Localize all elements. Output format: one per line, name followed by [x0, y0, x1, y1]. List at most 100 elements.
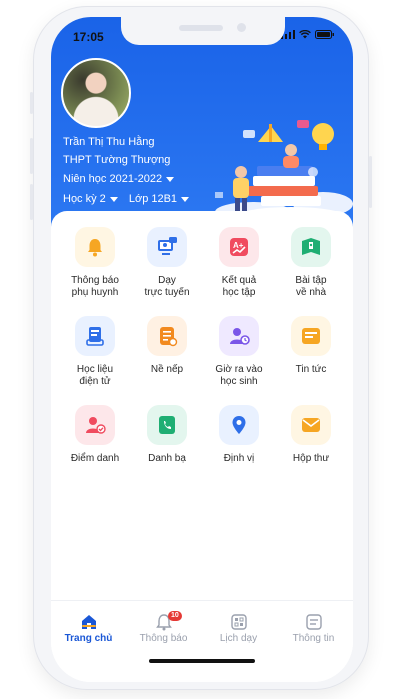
mailbox-icon [302, 418, 320, 432]
phone-notch [121, 17, 285, 45]
speaker-grille [179, 25, 223, 31]
feature-item-1[interactable]: Thông báo phụ huynh [59, 227, 131, 299]
front-camera [237, 23, 246, 32]
feature-label-line: Giờ ra vào [215, 364, 263, 375]
class-label: Lớp 12B1 [128, 193, 178, 205]
tab-home[interactable]: Trang chủ [51, 609, 126, 644]
svg-text:A+: A+ [233, 241, 244, 250]
feature-tile [147, 405, 187, 445]
semester-selector[interactable]: Học kỳ 2 [63, 193, 118, 205]
profile-header: 17:05 Trần Thị Thu Hằng THPT Tường Thượn… [51, 17, 353, 232]
feature-label-line: học tập [222, 287, 256, 298]
school-name: THPT Tường Thượng [63, 154, 171, 166]
home-indicator [149, 659, 255, 663]
tab-notifications[interactable]: 10 Thông báo [126, 609, 201, 644]
feature-tile [147, 227, 187, 267]
feature-label-line: Danh bạ [148, 453, 186, 464]
feature-tile [219, 316, 259, 356]
feature-label-line: trực tuyến [144, 287, 190, 298]
feature-label: Kết quả học tập [203, 275, 275, 299]
feature-tile [75, 227, 115, 267]
feature-item-5[interactable]: Học liệu điện tử [59, 316, 131, 388]
bottom-tab-bar: Trang chủ 10 Thông báo Lịch dạy Thông ti… [51, 600, 353, 682]
feature-label-line: học sinh [220, 376, 258, 387]
status-time: 17:05 [73, 30, 104, 44]
feature-label: Hộp thư [275, 453, 347, 465]
phone-power-button [369, 156, 372, 208]
feature-label-line: Điểm danh [70, 453, 120, 464]
feature-label: Học liệu điện tử [59, 364, 131, 388]
active-tab-indicator [81, 625, 96, 627]
feature-item-3[interactable]: A+ Kết quả học tập [203, 227, 275, 299]
feature-tile [75, 316, 115, 356]
feature-tile [291, 316, 331, 356]
tab-info[interactable]: Thông tin [276, 609, 351, 644]
checklist-icon [160, 327, 178, 347]
location-icon [232, 416, 246, 434]
feature-tile [291, 227, 331, 267]
feature-label: Giờ ra vào học sinh [203, 364, 275, 388]
feature-label: Danh bạ [131, 453, 203, 465]
feature-label-line: Nề nếp [150, 364, 184, 375]
feature-item-8[interactable]: Tin tức [275, 316, 347, 376]
feature-item-11[interactable]: Định vị [203, 405, 275, 465]
phone-side-button [30, 92, 33, 114]
feature-item-12[interactable]: Hộp thư [275, 405, 347, 465]
feature-tile [291, 405, 331, 445]
e-learning-icon [86, 327, 104, 346]
feature-label-line: điện tử [79, 376, 111, 387]
tab-schedule-label: Lịch dạy [219, 633, 258, 644]
notification-count-badge: 10 [168, 611, 182, 621]
feature-item-10[interactable]: Danh bạ [131, 405, 203, 465]
student-clock-icon [230, 328, 250, 345]
feature-label: Nề nếp [131, 364, 203, 376]
user-avatar[interactable] [61, 58, 131, 128]
tab-info-label: Thông tin [292, 633, 335, 644]
caret-down-icon [181, 196, 190, 202]
feature-label-line: Định vị [223, 453, 255, 464]
attendance-icon [86, 417, 106, 434]
feature-label-line: Học liệu [76, 364, 114, 375]
grade-chart-icon: A+ [230, 238, 248, 256]
school-year-label: Niên học 2021-2022 [63, 173, 163, 185]
feature-tile [219, 405, 259, 445]
wifi-icon [299, 30, 311, 39]
feature-item-6[interactable]: Nề nếp [131, 316, 203, 376]
class-selector[interactable]: Lớp 12B1 [128, 193, 190, 205]
homework-book-icon [302, 238, 320, 255]
online-class-icon [158, 237, 177, 255]
feature-label-line: Thông báo [71, 275, 119, 286]
feature-label-line: Dạy [158, 275, 176, 286]
feature-label: Bài tập về nhà [275, 275, 347, 299]
phone-volume-up-button [30, 138, 33, 174]
feature-label: Thông báo phụ huynh [59, 275, 131, 299]
feature-item-2[interactable]: Dạy trực tuyến [131, 227, 203, 299]
app-screen: 17:05 Trần Thị Thu Hằng THPT Tường Thượn… [51, 17, 353, 682]
feature-label: Định vị [203, 453, 275, 465]
tab-schedule[interactable]: Lịch dạy [201, 609, 276, 644]
reading-illustration [215, 120, 353, 227]
feature-tile [75, 405, 115, 445]
feature-panel: Thông báo phụ huynh Dạy trực tuyến A+ Kết quả… [51, 211, 353, 611]
school-year-selector[interactable]: Niên học 2021-2022 [63, 173, 175, 185]
feature-label: Dạy trực tuyến [131, 275, 203, 299]
feature-tile [147, 316, 187, 356]
feature-item-4[interactable]: Bài tập về nhà [275, 227, 347, 299]
feature-tile: A+ [219, 227, 259, 267]
feature-item-7[interactable]: Giờ ra vào học sinh [203, 316, 275, 388]
feature-label-line: Kết quả [221, 275, 257, 286]
feature-label-line: Bài tập [295, 275, 327, 286]
contacts-icon [159, 416, 175, 434]
semester-class-row: Học kỳ 2 Lớp 12B1 [63, 193, 190, 205]
caret-down-icon [109, 196, 118, 202]
caret-down-icon [166, 176, 175, 182]
news-icon [302, 328, 320, 344]
calendar-icon [230, 614, 247, 630]
feature-item-9[interactable]: Điểm danh [59, 405, 131, 465]
feature-label-line: phụ huynh [71, 287, 119, 298]
feature-label: Tin tức [275, 364, 347, 376]
info-icon [305, 614, 322, 630]
home-icon [81, 615, 96, 629]
semester-label: Học kỳ 2 [63, 193, 106, 205]
phone-volume-down-button [30, 184, 33, 220]
